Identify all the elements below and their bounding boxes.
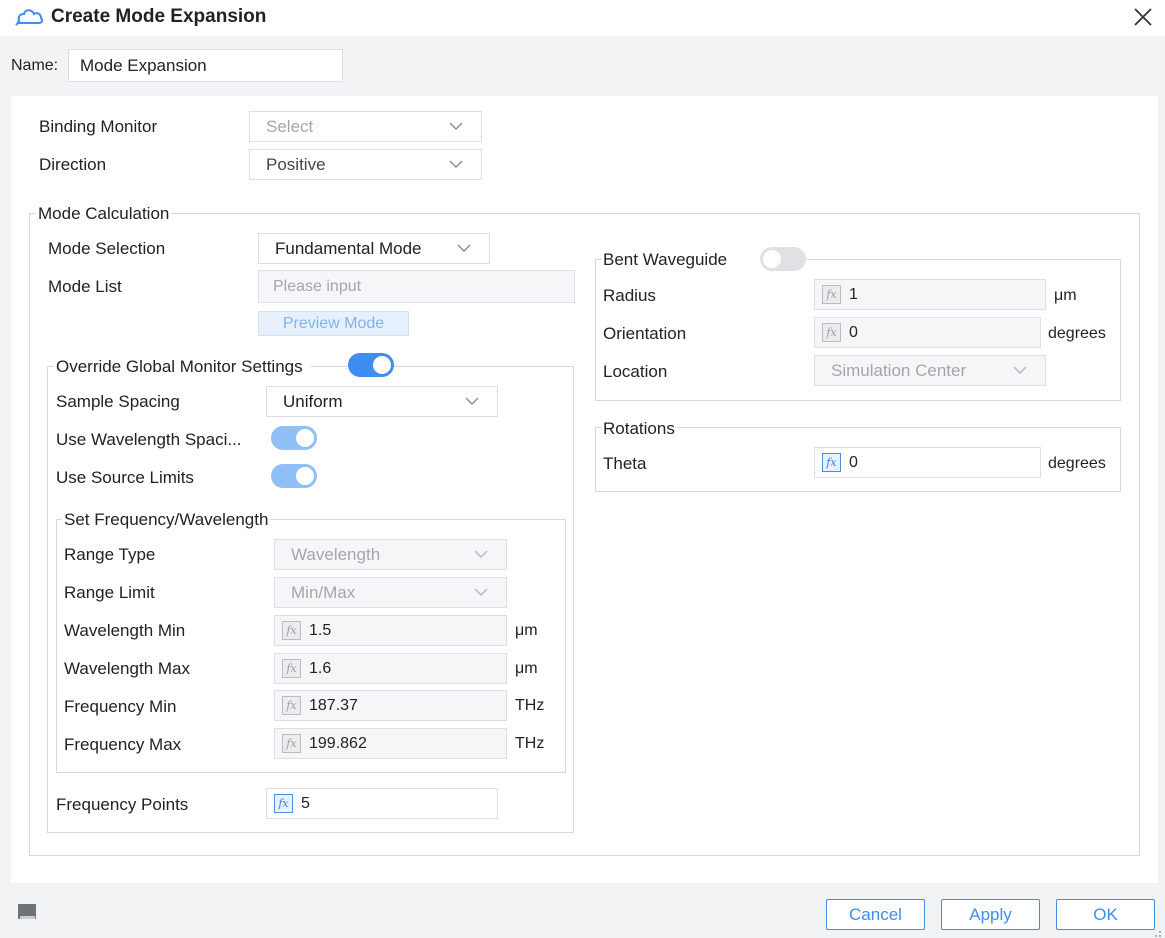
orientation-value: 0 [849,324,858,341]
theta-input[interactable]: fx 0 [814,447,1041,478]
frequency-min-label: Frequency Min [64,697,177,716]
fx-icon: fx [282,734,301,753]
frequency-min-value: 187.37 [309,697,358,714]
wavelength-max-unit: μm [515,660,538,677]
range-type-select[interactable]: Wavelength [274,539,507,570]
fx-icon: fx [282,659,301,678]
theta-unit: degrees [1048,455,1106,472]
chevron-down-icon [474,587,488,597]
chevron-down-icon [474,549,488,559]
use-source-limits-toggle[interactable] [271,464,317,488]
mode-selection-value: Fundamental Mode [275,239,422,258]
direction-label: Direction [39,155,107,174]
mode-list-label: Mode List [48,277,122,296]
range-limit-select[interactable]: Min/Max [274,577,507,608]
mode-selection-label: Mode Selection [48,239,166,258]
name-label: Name: [11,57,59,74]
apply-button[interactable]: Apply [941,899,1040,930]
radius-input[interactable]: fx 1 [814,279,1046,310]
chevron-down-icon [1013,365,1027,375]
wavelength-min-input[interactable]: fx 1.5 [274,615,507,646]
override-settings-toggle[interactable] [348,353,394,377]
fx-icon: fx [822,323,841,342]
sample-spacing-select[interactable]: Uniform [266,386,498,417]
frequency-max-value: 199.862 [309,735,367,752]
mode-selection-select[interactable]: Fundamental Mode [258,233,490,264]
dialog-title: Create Mode Expansion [51,6,267,27]
sample-spacing-value: Uniform [283,392,343,411]
frequency-max-unit: THz [515,735,545,752]
wavelength-min-value: 1.5 [309,622,332,639]
theta-value: 0 [849,454,858,471]
mode-calculation-legend: Mode Calculation [36,204,172,224]
location-value: Simulation Center [831,361,967,380]
sample-spacing-label: Sample Spacing [56,392,180,411]
override-settings-legend: Override Global Monitor Settings [54,357,311,377]
mode-list-input[interactable]: Please input [258,270,575,303]
close-icon[interactable] [1130,4,1156,30]
orientation-input[interactable]: fx 0 [814,317,1041,348]
fx-icon: fx [822,285,841,304]
rotations-legend: Rotations [601,419,677,439]
frequency-points-label: Frequency Points [56,795,189,814]
wavelength-max-input[interactable]: fx 1.6 [274,653,507,684]
fx-icon: fx [822,453,841,472]
range-type-value: Wavelength [291,545,381,564]
title-bar: Create Mode Expansion [0,0,1165,36]
binding-monitor-select[interactable]: Select [249,111,482,142]
fx-icon: fx [282,621,301,640]
orientation-label: Orientation [603,324,687,343]
range-limit-value: Min/Max [291,583,356,602]
fx-icon: fx [274,794,293,813]
location-select[interactable]: Simulation Center [814,355,1046,386]
resize-grip-icon[interactable] [1150,925,1162,937]
frequency-max-label: Frequency Max [64,735,182,754]
direction-select[interactable]: Positive [249,149,482,180]
use-source-limits-label: Use Source Limits [56,468,194,487]
cancel-button[interactable]: Cancel [826,899,925,930]
bent-waveguide-toggle[interactable] [760,247,806,271]
wavelength-min-label: Wavelength Min [64,621,186,640]
range-type-label: Range Type [64,545,156,564]
orientation-unit: degrees [1048,325,1106,342]
binding-monitor-label: Binding Monitor [39,117,158,136]
theta-label: Theta [603,454,647,473]
radius-value: 1 [849,286,858,303]
binding-monitor-value: Select [266,117,314,136]
radius-unit: μm [1054,287,1077,304]
frequency-min-input[interactable]: fx 187.37 [274,690,507,721]
radius-label: Radius [603,286,656,305]
location-label: Location [603,362,668,381]
chevron-down-icon [449,121,463,131]
chevron-down-icon [457,243,471,253]
cloud-icon [14,6,44,28]
chevron-down-icon [449,159,463,169]
set-frequency-legend: Set Frequency/Wavelength [62,510,271,530]
ok-button[interactable]: OK [1056,899,1155,930]
preview-mode-button[interactable]: Preview Mode [258,311,409,336]
name-input[interactable]: Mode Expansion [68,49,343,82]
wavelength-min-unit: μm [515,622,538,639]
frequency-points-input[interactable]: fx 5 [266,788,498,819]
frequency-min-unit: THz [515,697,545,714]
wavelength-max-value: 1.6 [309,660,332,677]
chevron-down-icon [465,396,479,406]
use-wavelength-spacing-label: Use Wavelength Spaci... [56,430,242,449]
direction-value: Positive [266,155,326,174]
frequency-points-value: 5 [301,795,310,812]
frequency-max-input[interactable]: fx 199.862 [274,728,507,759]
range-limit-label: Range Limit [64,583,155,602]
use-wavelength-spacing-toggle[interactable] [271,426,317,450]
book-icon[interactable] [16,902,38,922]
wavelength-max-label: Wavelength Max [64,659,190,678]
fx-icon: fx [282,696,301,715]
